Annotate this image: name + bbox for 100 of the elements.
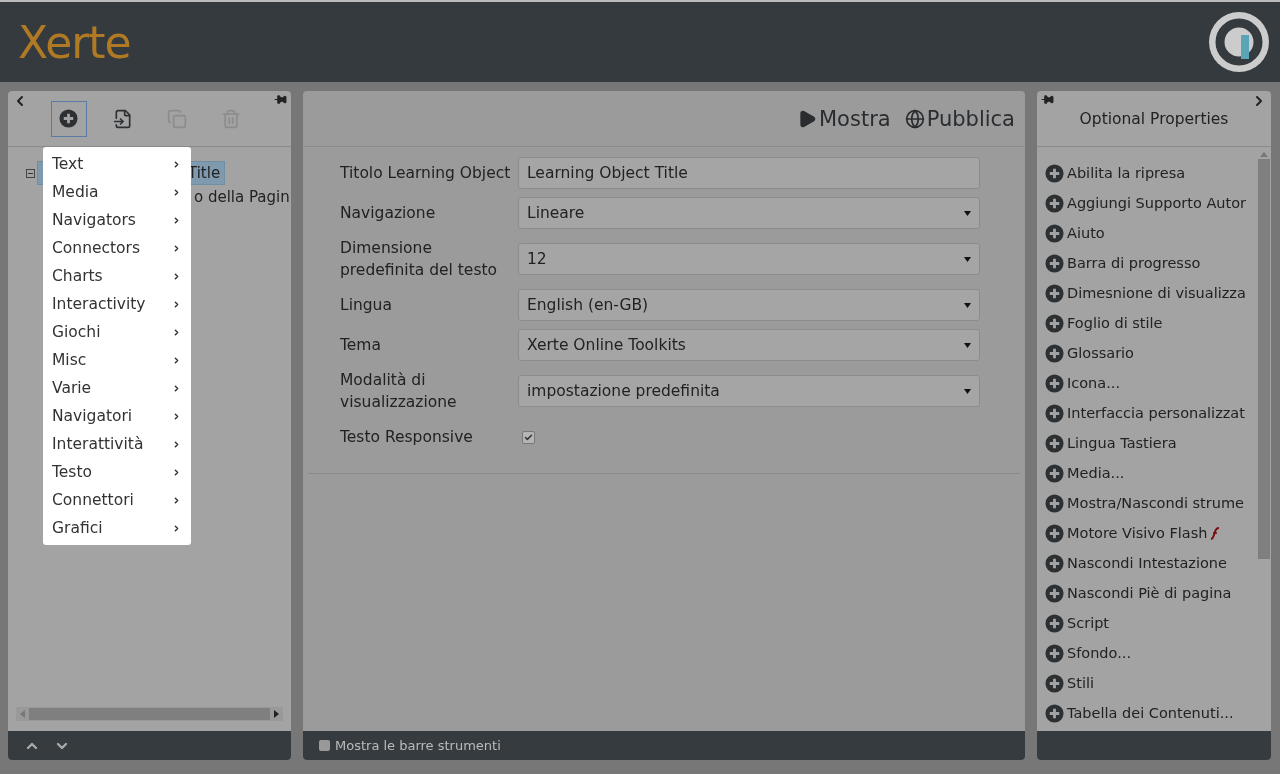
- plus-circle-icon: [1045, 673, 1064, 693]
- property-item[interactable]: Abilita la ripresa: [1045, 158, 1257, 188]
- menu-item[interactable]: Navigatori: [43, 402, 191, 430]
- menu-item[interactable]: Connettori: [43, 486, 191, 514]
- menu-item[interactable]: Misc: [43, 346, 191, 374]
- field-label: Dimensione predefinita del testo: [340, 238, 499, 281]
- pin-icon[interactable]: [274, 93, 287, 106]
- plus-circle-icon: [1045, 163, 1064, 183]
- property-item[interactable]: Nascondi Intestazione: [1045, 548, 1257, 578]
- property-item[interactable]: Motore Visivo Flash: [1045, 518, 1257, 548]
- plus-circle-icon: [1045, 523, 1064, 543]
- horizontal-scrollbar[interactable]: [16, 707, 283, 721]
- submenu-caret-icon: [172, 523, 181, 533]
- plus-circle-icon: [1045, 313, 1064, 333]
- property-item[interactable]: Media...: [1045, 458, 1257, 488]
- toolbar-toggle[interactable]: Mostra le barre strumenti: [319, 738, 501, 753]
- submenu-caret-icon: [172, 467, 181, 477]
- submenu-caret-icon: [172, 495, 181, 505]
- plus-circle-icon: [1045, 193, 1064, 213]
- dropdown[interactable]: 12: [518, 243, 980, 275]
- menu-item[interactable]: Text: [43, 150, 191, 178]
- property-item[interactable]: Barra di progresso: [1045, 248, 1257, 278]
- field-label: Modalità di visualizzazione: [340, 370, 458, 413]
- menu-item[interactable]: Charts: [43, 262, 191, 290]
- submenu-caret-icon: [172, 271, 181, 281]
- property-item[interactable]: Tabella dei Contenuti...: [1045, 698, 1257, 728]
- plus-circle-icon: [1045, 373, 1064, 393]
- menu-item[interactable]: Interattività: [43, 430, 191, 458]
- submenu-caret-icon: [172, 299, 181, 309]
- menu-item[interactable]: Grafici: [43, 514, 191, 542]
- property-item[interactable]: Sfondo...: [1045, 638, 1257, 668]
- property-item[interactable]: Icona...: [1045, 368, 1257, 398]
- submenu-caret-icon: [172, 187, 181, 197]
- submenu-caret-icon: [172, 159, 181, 169]
- logo: Xerte: [18, 16, 131, 68]
- plus-circle-icon: [1045, 343, 1064, 363]
- plus-circle-icon: [1045, 703, 1064, 723]
- field-label: Navigazione: [340, 203, 437, 224]
- dropdown[interactable]: impostazione predefinita: [518, 375, 980, 407]
- submenu-caret-icon: [172, 383, 181, 393]
- field-label: Testo Responsive: [340, 427, 474, 448]
- submenu-caret-icon: [172, 439, 181, 449]
- property-item[interactable]: Stili: [1045, 668, 1257, 698]
- plus-circle-icon: [1045, 283, 1064, 303]
- preview-button[interactable]: Mostra: [797, 106, 891, 131]
- field-label: Tema: [340, 335, 382, 356]
- brand-emblem-icon: [1208, 11, 1270, 73]
- pin-icon[interactable]: [1041, 93, 1054, 106]
- caret-icon: [964, 210, 971, 216]
- text-field[interactable]: Learning Object Title: [518, 157, 980, 189]
- property-item[interactable]: Nascondi Piè di pagina: [1045, 578, 1257, 608]
- caret-icon: [964, 342, 971, 348]
- plus-circle-icon: [1045, 253, 1064, 273]
- dropdown[interactable]: English (en-GB): [518, 289, 980, 321]
- property-item[interactable]: Interfaccia personalizzat: [1045, 398, 1257, 428]
- panel-title: Optional Properties: [1079, 109, 1229, 128]
- plus-circle-icon: [59, 109, 78, 128]
- property-item[interactable]: Aggiungi Supporto Autor: [1045, 188, 1257, 218]
- caret-icon: [964, 256, 971, 262]
- menu-item[interactable]: Giochi: [43, 318, 191, 346]
- submenu-caret-icon: [172, 411, 181, 421]
- menu-item[interactable]: Media: [43, 178, 191, 206]
- submenu-caret-icon: [172, 215, 181, 225]
- menu-item[interactable]: Connectors: [43, 234, 191, 262]
- menu-item[interactable]: Navigators: [43, 206, 191, 234]
- publish-button[interactable]: Pubblica: [904, 106, 1015, 131]
- tree-item[interactable]: o della Pagin: [193, 185, 291, 209]
- add-page-button[interactable]: [50, 100, 87, 137]
- dropdown[interactable]: Xerte Online Toolkits: [518, 329, 980, 361]
- plus-circle-icon: [1045, 433, 1064, 453]
- plus-circle-icon: [1045, 223, 1064, 243]
- play-icon: [797, 108, 817, 129]
- property-item[interactable]: Glossario: [1045, 338, 1257, 368]
- property-item[interactable]: Lingua Tastiera: [1045, 428, 1257, 458]
- dropdown[interactable]: Lineare: [518, 197, 980, 229]
- property-item[interactable]: Aiuto: [1045, 218, 1257, 248]
- caret-icon: [964, 388, 971, 394]
- plus-circle-icon: [1045, 463, 1064, 483]
- menu-item[interactable]: Varie: [43, 374, 191, 402]
- property-item[interactable]: Script: [1045, 608, 1257, 638]
- file-import-icon: [112, 108, 133, 129]
- checkbox[interactable]: [522, 430, 535, 444]
- field-label: Titolo Learning Object: [340, 163, 512, 184]
- menu-item[interactable]: Interactivity: [43, 290, 191, 318]
- menu-item[interactable]: Testo: [43, 458, 191, 486]
- plus-circle-icon: [1045, 613, 1064, 633]
- field-label: Lingua: [340, 295, 393, 316]
- plus-circle-icon: [1045, 493, 1064, 513]
- globe-icon: [904, 108, 925, 129]
- collapse-icon[interactable]: [26, 168, 35, 178]
- plus-circle-icon: [1045, 643, 1064, 663]
- scroll-right-icon[interactable]: [274, 710, 279, 718]
- property-item[interactable]: Foglio di stile: [1045, 308, 1257, 338]
- submenu-caret-icon: [172, 355, 181, 365]
- plus-circle-icon: [1045, 553, 1064, 573]
- plus-circle-icon: [1045, 403, 1064, 423]
- submenu-caret-icon: [172, 243, 181, 253]
- property-item[interactable]: Dimesnione di visualizza: [1045, 278, 1257, 308]
- submenu-caret-icon: [172, 327, 181, 337]
- property-item[interactable]: Mostra/Nascondi strume: [1045, 488, 1257, 518]
